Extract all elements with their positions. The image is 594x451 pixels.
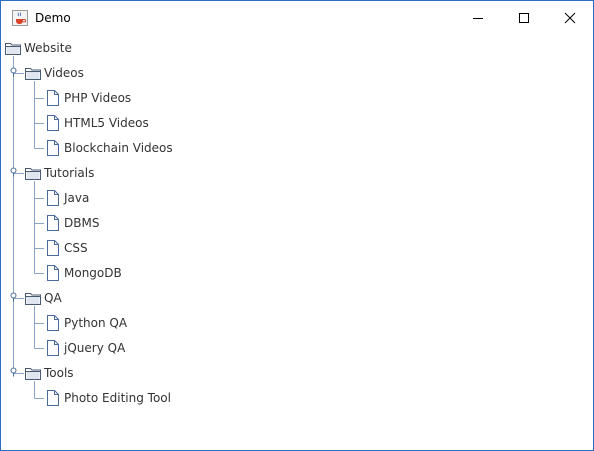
tree-node-label: MongoDB <box>64 266 122 280</box>
tree-node-leaf[interactable]: Java <box>45 188 89 208</box>
minimize-icon <box>473 18 483 19</box>
tree-node-label: DBMS <box>64 216 100 230</box>
tree-node-label: HTML5 Videos <box>64 116 149 130</box>
tree-node-leaf[interactable]: PHP Videos <box>45 88 131 108</box>
tree-node-leaf[interactable]: CSS <box>45 238 88 258</box>
tree-node-leaf[interactable]: DBMS <box>45 213 99 233</box>
folder-open-icon <box>25 65 41 81</box>
expand-handle-icon[interactable] <box>10 167 17 177</box>
tree-node-label: jQuery QA <box>64 341 126 355</box>
minimize-button[interactable] <box>455 1 501 35</box>
document-icon <box>45 315 61 331</box>
demo-window: Demo Website Videos PHP Videos HTML5 Vid… <box>0 0 594 451</box>
tree-node-folder[interactable]: Tools <box>25 363 74 383</box>
tree-node-leaf[interactable]: Photo Editing Tool <box>45 388 171 408</box>
folder-open-icon <box>25 365 41 381</box>
folder-open-icon <box>25 290 41 306</box>
tree-node-folder[interactable]: QA <box>25 288 62 308</box>
folder-open-icon <box>25 165 41 181</box>
document-icon <box>45 240 61 256</box>
tree-node-leaf[interactable]: HTML5 Videos <box>45 113 149 133</box>
tree-node-label: PHP Videos <box>64 91 132 105</box>
window-title: Demo <box>35 11 71 25</box>
tree-node-leaf[interactable]: Python QA <box>45 313 127 333</box>
maximize-icon <box>519 13 529 23</box>
tree-node-leaf[interactable]: MongoDB <box>45 263 122 283</box>
tree-node-label: Blockchain Videos <box>64 141 173 155</box>
tree-node-label: Videos <box>44 66 84 80</box>
tree-node-label: Website <box>24 41 72 55</box>
document-icon <box>45 390 61 406</box>
tree-node-folder[interactable]: Videos <box>25 63 84 83</box>
expand-handle-icon[interactable] <box>10 367 17 377</box>
expand-handle-icon[interactable] <box>10 292 17 302</box>
document-icon <box>45 115 61 131</box>
tree-node-label: Tools <box>44 366 74 380</box>
tree-node-label: QA <box>44 291 62 305</box>
folder-open-icon <box>5 40 21 56</box>
document-icon <box>45 90 61 106</box>
tree-node-label: CSS <box>64 241 88 255</box>
tree-node-label: Photo Editing Tool <box>64 391 171 405</box>
tree-view[interactable]: Website Videos PHP Videos HTML5 Videos B… <box>1 35 593 450</box>
tree-node-label: Java <box>64 191 90 205</box>
expand-handle-icon[interactable] <box>10 67 17 77</box>
maximize-button[interactable] <box>501 1 547 35</box>
tree-node-folder[interactable]: Tutorials <box>25 163 94 183</box>
document-icon <box>45 265 61 281</box>
close-button[interactable] <box>547 1 593 35</box>
tree-node-root[interactable]: Website <box>5 38 72 58</box>
tree-node-label: Python QA <box>64 316 128 330</box>
document-icon <box>45 140 61 156</box>
document-icon <box>45 215 61 231</box>
java-cup-icon <box>12 10 28 26</box>
tree-node-label: Tutorials <box>44 166 95 180</box>
tree-node-leaf[interactable]: Blockchain Videos <box>45 138 173 158</box>
document-icon <box>45 190 61 206</box>
close-icon <box>564 12 576 24</box>
tree-node-leaf[interactable]: jQuery QA <box>45 338 125 358</box>
title-bar[interactable]: Demo <box>1 1 593 35</box>
document-icon <box>45 340 61 356</box>
